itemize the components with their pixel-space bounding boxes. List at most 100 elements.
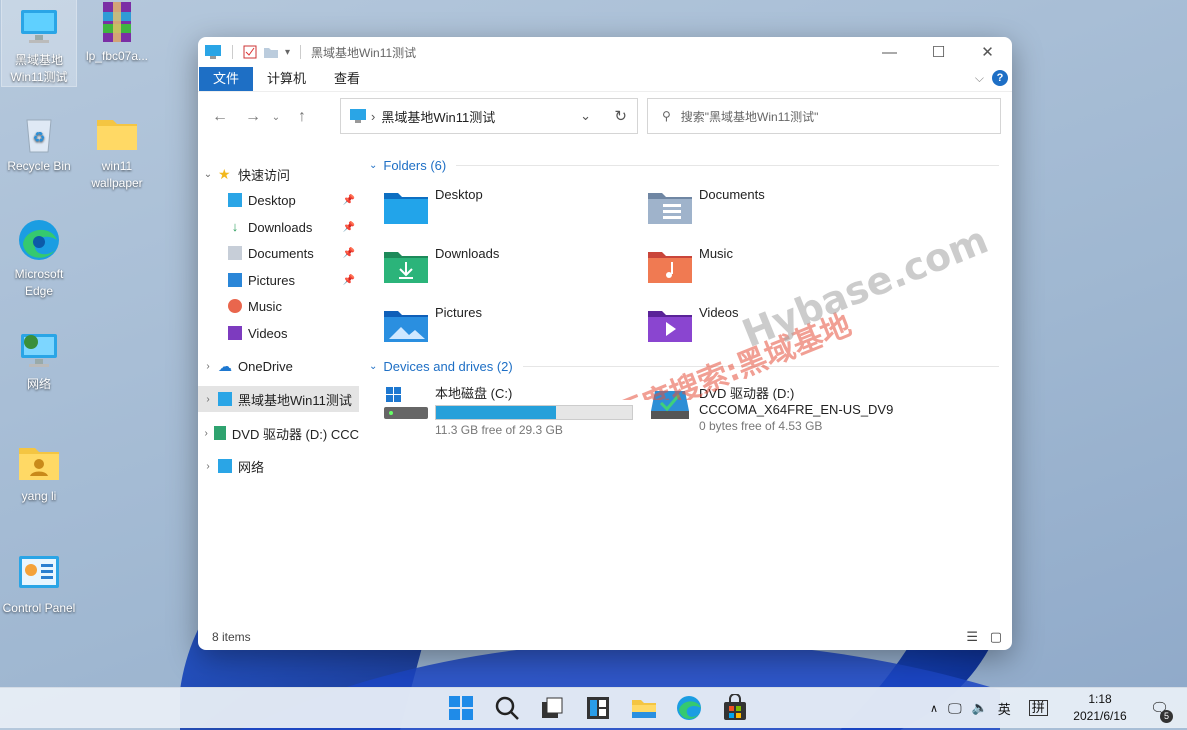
minimize-button[interactable]: — [865,37,914,67]
group-title: Devices and drives (2) [383,359,513,374]
folder-name: Pictures [435,305,482,320]
nav-quick-access[interactable]: ⌄ ★ 快速访问 [198,161,359,187]
nav-label: 黑域基地Win11测试 [238,392,352,408]
downloads-folder-icon [384,252,428,283]
task-view-icon[interactable] [538,694,566,722]
computer-icon [15,2,63,50]
content-pane: ⌄ Folders (6) Desktop Documents Download… [359,151,1012,621]
nav-label: Documents [248,245,314,261]
computer-icon [350,109,366,123]
folder-documents[interactable]: Documents [647,187,765,225]
ime-language-indicator[interactable]: 英 [998,699,1011,718]
desktop-icon-archive[interactable]: lp_fbc07a... [80,0,154,65]
drive-free-space: 11.3 GB free of 29.3 GB [435,423,563,437]
file-explorer-icon[interactable] [630,694,658,722]
nav-label: Pictures [248,272,295,288]
address-dropdown-icon[interactable]: ⌄ [580,108,591,124]
close-button[interactable]: ✕ [963,37,1012,67]
drive-d[interactable]: DVD 驱动器 (D:) CCCOMA_X64FRE_EN-US_DV9 0 b… [647,383,893,433]
desktop-icon-computer[interactable]: 黑域基地Win11测试 [1,0,77,87]
pin-icon: 📌 [342,194,355,206]
nav-this-pc[interactable]: › 黑域基地Win11测试 [198,386,359,412]
nav-item-music[interactable]: Music [198,293,359,319]
ime-mode-indicator[interactable]: 拼 [1028,700,1048,716]
folder-name: Desktop [435,187,483,202]
chevron-down-icon: ⌄ [203,168,213,180]
store-icon[interactable] [721,694,749,722]
taskbar: ∧ 🖵 🔈 英 拼 1:18 2021/6/16 🗨 5 [0,687,1187,728]
videos-icon [228,326,242,340]
music-icon [228,299,242,313]
properties-icon[interactable] [243,45,257,59]
network-status-icon[interactable]: 🖵 [948,700,962,717]
desktop-icon-network[interactable]: 网络 [2,322,76,393]
volume-icon[interactable]: 🔈 [972,700,988,716]
large-icons-view-icon[interactable]: ▢ [990,629,1002,645]
up-button[interactable]: ↑ [284,108,320,126]
desktop-icon-label: Microsoft Edge [14,267,64,298]
new-folder-icon[interactable] [263,45,279,59]
folder-music[interactable]: Music [647,246,733,284]
widgets-icon[interactable] [584,694,612,722]
expand-ribbon-icon[interactable]: ⌵ [975,71,984,86]
nav-item-documents[interactable]: Documents 📌 [198,240,359,266]
search-input[interactable]: ⚲ 搜索"黑域基地Win11测试" [647,98,1001,134]
show-hidden-icons-icon[interactable]: ∧ [930,702,938,715]
local-disk-icon [384,387,428,419]
nav-onedrive[interactable]: › ☁ OneDrive [198,353,359,379]
dvd-drive-icon [651,391,689,419]
music-folder-icon [648,252,692,283]
folder-pictures[interactable]: Pictures [383,305,482,343]
desktop-icon-label: lp_fbc07a... [85,49,149,63]
breadcrumb[interactable]: 黑域基地Win11测试 [381,107,495,126]
chevron-down-icon: ⌄ [369,361,378,372]
details-view-icon[interactable]: ☰ [966,629,978,645]
back-button[interactable]: ← [202,108,238,126]
folder-desktop[interactable]: Desktop [383,187,483,225]
desktop-icon-recycle-bin[interactable]: ♻ Recycle Bin [2,104,76,175]
help-button[interactable]: ? [992,70,1008,86]
refresh-icon[interactable]: ↻ [614,107,627,125]
search-icon[interactable] [493,694,521,722]
notification-center[interactable]: 🗨 5 [1150,688,1174,728]
forward-button[interactable]: → [238,108,268,126]
desktop-icon-label: 黑域基地Win11测试 [10,53,68,84]
folders-group-header[interactable]: ⌄ Folders (6) [369,158,999,173]
nav-dvd-drive[interactable]: › DVD 驱动器 (D:) CCC [198,420,359,446]
quick-access-dropdown-icon[interactable]: ▾ [285,47,290,58]
desktop-icon-label: Control Panel [2,601,76,615]
desktop-icon-user-folder[interactable]: yang li [2,434,76,505]
nav-item-desktop[interactable]: Desktop 📌 [198,187,359,213]
nav-item-pictures[interactable]: Pictures 📌 [198,267,359,293]
address-bar[interactable]: › 黑域基地Win11测试 ⌄ ↻ [340,98,638,134]
clock-date: 2021/6/16 [1073,709,1127,723]
desktop-icon [228,193,242,207]
chevron-right-icon: › [206,393,210,405]
tab-computer[interactable]: 计算机 [253,67,320,91]
nav-item-videos[interactable]: Videos [198,320,359,346]
clock[interactable]: 1:18 2021/6/16 [1066,688,1134,728]
nav-item-downloads[interactable]: ↓ Downloads 📌 [198,214,359,240]
desktop-icon-control-panel[interactable]: Control Panel [2,546,76,617]
nav-network[interactable]: › 网络 [198,453,359,479]
start-button-icon[interactable] [447,694,475,722]
network-icon [218,459,232,473]
recent-locations-icon[interactable]: ⌄ [268,112,284,123]
drive-usage-bar [435,405,633,420]
user-folder-icon [15,438,63,486]
drives-group-header[interactable]: ⌄ Devices and drives (2) [369,359,999,374]
drive-c[interactable]: 本地磁盘 (C:) 11.3 GB free of 29.3 GB [383,383,633,437]
tab-file[interactable]: 文件 [199,67,254,91]
desktop-icon-edge[interactable]: Microsoft Edge [2,212,76,300]
pin-icon: 📌 [342,247,355,259]
nav-label: OneDrive [238,358,293,374]
maximize-button[interactable]: ☐ [914,37,963,67]
folder-videos[interactable]: Videos [647,305,739,343]
control-panel-icon [15,550,63,598]
ribbon: 文件 计算机 查看 ⌵ ? [198,67,1012,91]
folder-name: Music [699,246,733,261]
folder-downloads[interactable]: Downloads [383,246,499,284]
desktop-icon-wallpaper-folder[interactable]: win11 wallpaper [80,104,154,192]
tab-view[interactable]: 查看 [320,67,374,91]
edge-icon[interactable] [675,694,703,722]
